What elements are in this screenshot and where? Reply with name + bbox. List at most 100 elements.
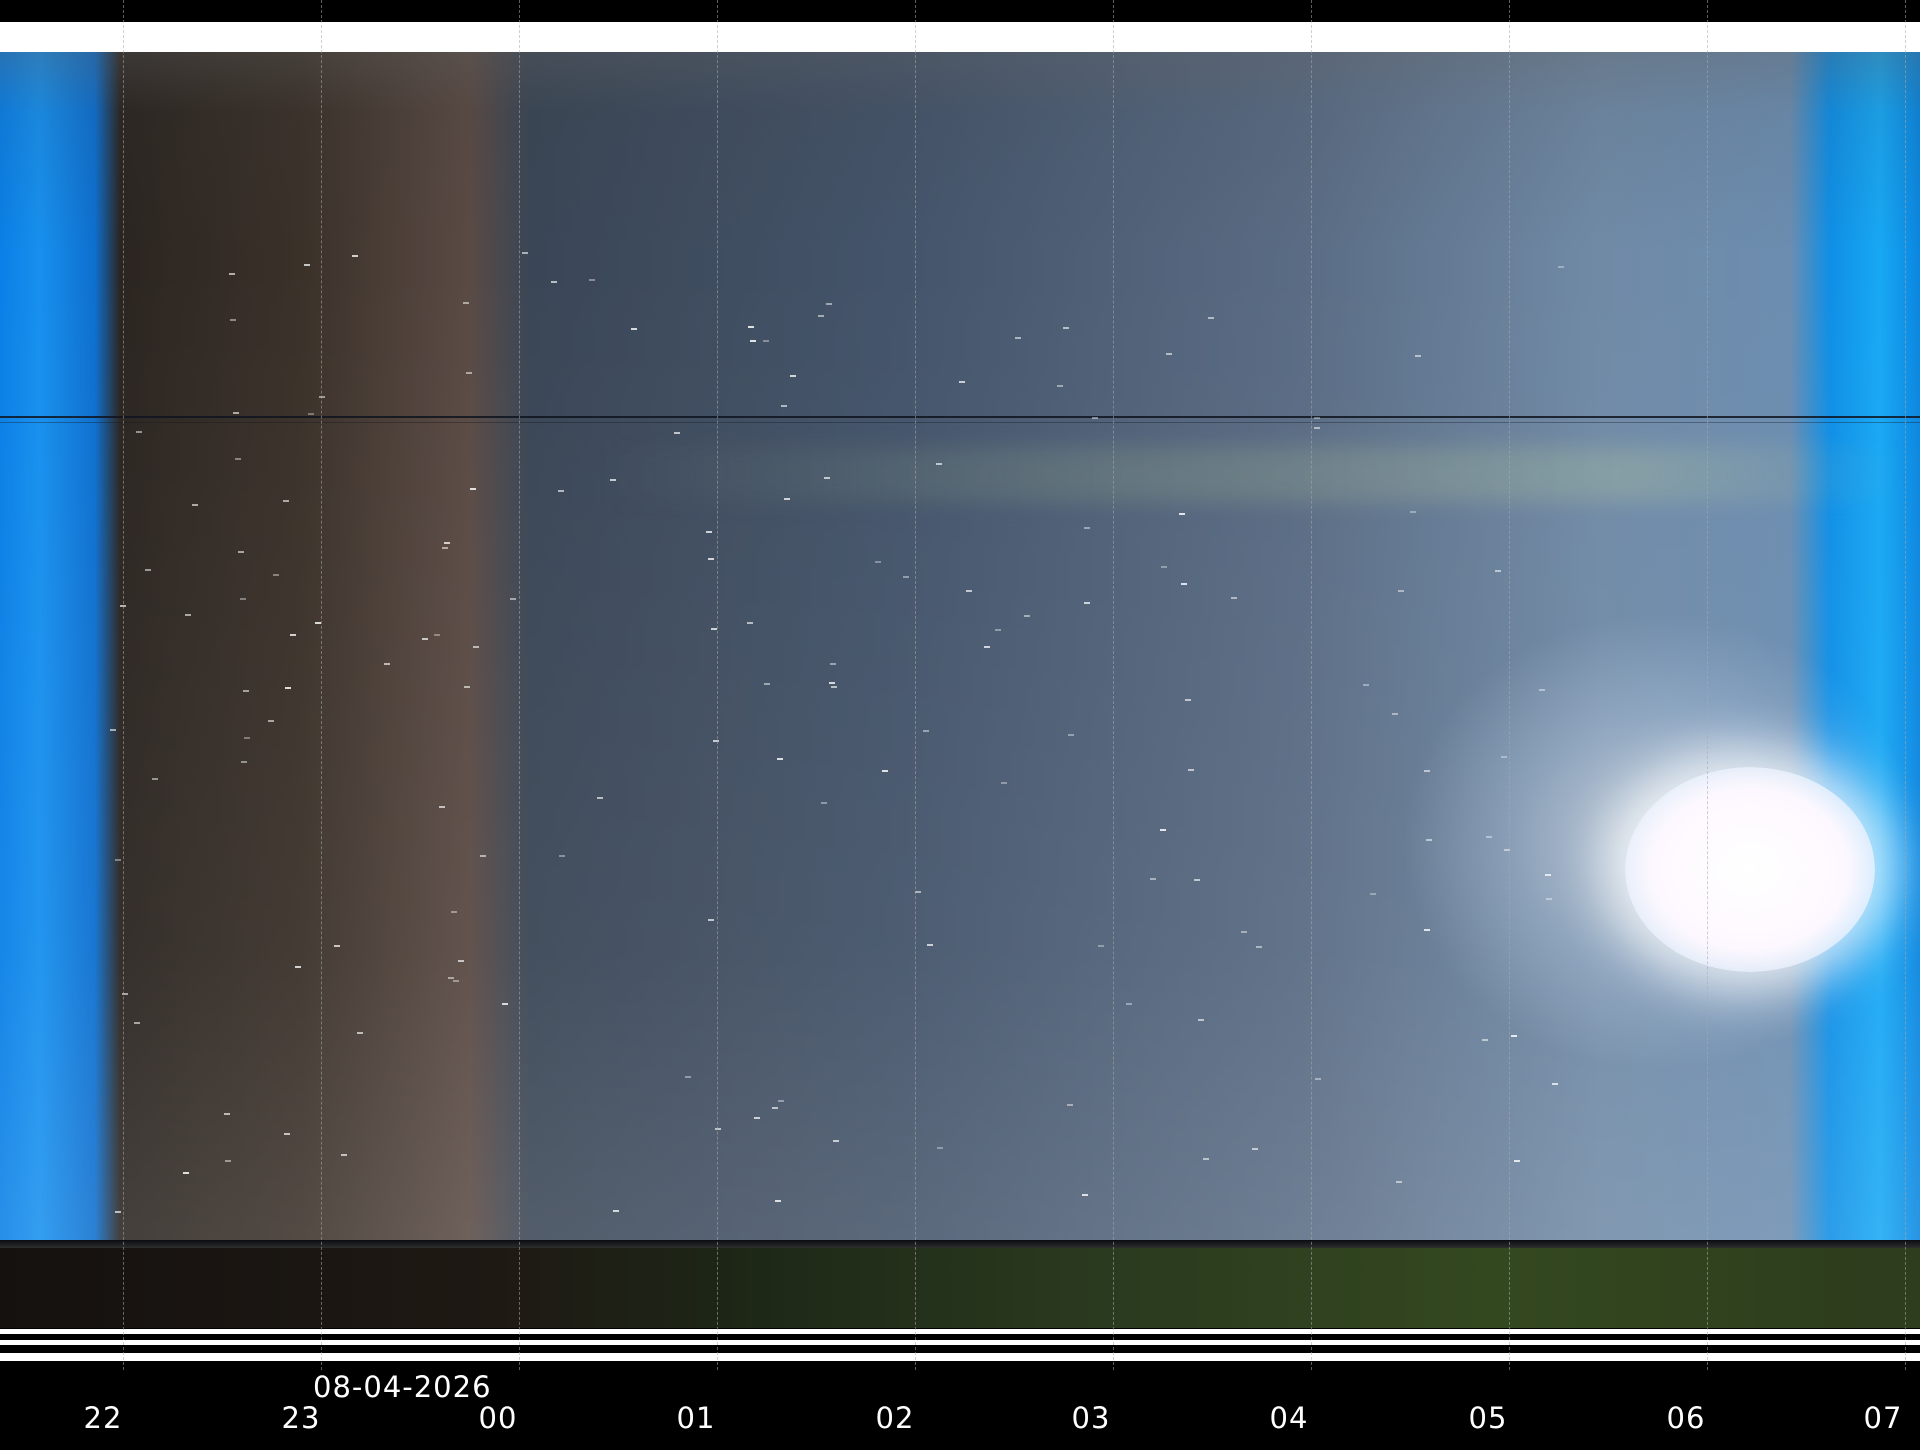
star-trail <box>282 500 289 503</box>
star-trail <box>333 944 340 947</box>
hour-label: 04 <box>1269 1401 1309 1435</box>
star-trail <box>244 736 251 739</box>
hour-gridline <box>123 0 124 1370</box>
bottom-stripe-2 <box>0 1340 1920 1345</box>
star-trail <box>777 1100 784 1103</box>
star-trail <box>458 959 465 962</box>
star-trail <box>285 687 292 690</box>
star-trail <box>225 1159 232 1162</box>
star-trail <box>521 252 528 255</box>
star-trail <box>1178 513 1185 516</box>
hour-label: 01 <box>676 1401 716 1435</box>
star-trail <box>1024 615 1031 618</box>
star-trail <box>433 634 440 637</box>
star-trail <box>958 381 965 384</box>
star-trail <box>1198 1018 1205 1021</box>
star-trail <box>1082 1193 1089 1196</box>
hour-gridline <box>1905 0 1906 1370</box>
keogram-image-view: 08-04-2026 22 23 00 01 02 03 04 05 06 07 <box>0 0 1920 1450</box>
star-trail <box>1395 1181 1402 1184</box>
star-trail <box>823 477 830 480</box>
star-trail <box>1181 583 1188 586</box>
star-trail <box>927 943 934 946</box>
hour-gridline <box>519 0 520 1370</box>
airglow-band <box>600 447 1900 502</box>
star-trail <box>780 405 787 408</box>
star-trail <box>230 319 237 321</box>
star-trail <box>749 339 756 342</box>
star-trail <box>1207 317 1214 320</box>
keogram-sky-strip <box>0 52 1920 1328</box>
star-trail <box>1398 589 1405 592</box>
star-trail <box>234 458 241 461</box>
star-trail <box>936 1147 943 1150</box>
star-trail <box>450 910 457 913</box>
star-trail <box>185 613 191 616</box>
hour-gridline <box>1509 0 1510 1370</box>
star-trail <box>763 682 770 685</box>
star-trail <box>935 463 942 466</box>
star-trail <box>1193 879 1200 882</box>
hour-label: 05 <box>1468 1401 1508 1435</box>
star-trail <box>1230 596 1237 599</box>
star-trail <box>115 1210 122 1213</box>
star-trail <box>438 806 445 809</box>
star-trail <box>289 634 296 637</box>
star-trail <box>1495 570 1501 573</box>
star-trail <box>239 597 246 600</box>
star-trail <box>612 1209 619 1212</box>
star-trail <box>465 371 472 374</box>
star-trail <box>473 645 480 648</box>
star-trail <box>596 797 603 800</box>
star-trail <box>1369 893 1376 896</box>
star-trail <box>753 1116 760 1119</box>
star-trail <box>1091 417 1098 420</box>
star-trail <box>631 327 638 330</box>
star-trail <box>480 854 487 857</box>
star-trail <box>469 487 476 490</box>
star-trail <box>228 272 235 275</box>
star-trail <box>589 278 596 281</box>
hour-label: 02 <box>875 1401 915 1435</box>
star-trail <box>707 919 714 922</box>
star-trail <box>1098 945 1105 948</box>
hour-label: 22 <box>83 1401 123 1435</box>
star-trail <box>784 498 791 501</box>
star-trail <box>922 729 929 732</box>
star-trail <box>1084 602 1091 605</box>
star-trail <box>303 264 310 267</box>
star-trail <box>763 340 770 343</box>
star-trail <box>443 542 450 545</box>
star-trail <box>110 729 117 732</box>
star-trail <box>1251 1148 1258 1151</box>
star-trail <box>242 690 249 693</box>
star-trail <box>1557 265 1564 268</box>
star-trail <box>1510 1034 1517 1037</box>
sun-disc <box>1625 767 1875 972</box>
star-trail <box>1165 353 1172 356</box>
hour-label: 06 <box>1666 1401 1706 1435</box>
star-trail <box>774 1199 781 1202</box>
star-trail <box>777 758 784 761</box>
top-white-band <box>0 22 1920 52</box>
star-trail <box>875 560 882 563</box>
star-trail <box>828 682 835 685</box>
star-trail <box>421 637 428 640</box>
star-trail <box>1185 699 1192 702</box>
star-trail <box>674 432 681 435</box>
hour-gridline <box>1707 0 1708 1370</box>
ground-edge <box>0 1240 1920 1248</box>
star-trail <box>748 325 755 328</box>
star-trail <box>268 720 275 723</box>
star-trail <box>1161 565 1168 568</box>
star-trail <box>1000 781 1007 784</box>
star-trail <box>453 980 460 983</box>
star-trail <box>559 855 566 858</box>
star-trail <box>192 503 199 506</box>
star-trail <box>833 1140 840 1143</box>
star-trail <box>710 627 717 630</box>
star-trail <box>829 663 836 666</box>
hour-label: 07 <box>1863 1401 1903 1435</box>
star-trail <box>771 1106 778 1109</box>
hour-gridline <box>915 0 916 1370</box>
